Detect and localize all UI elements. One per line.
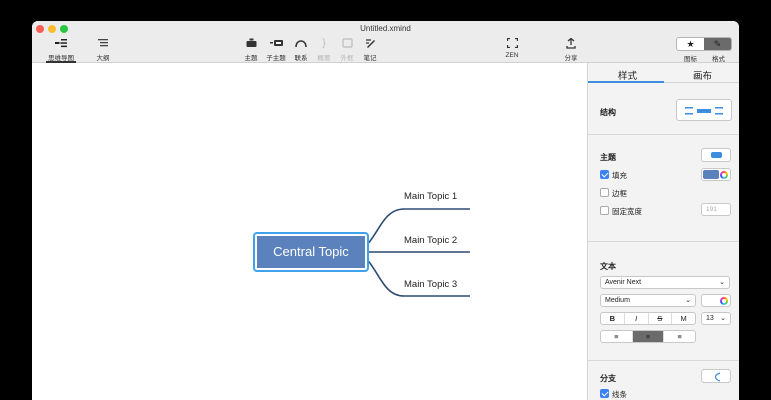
line-label: 线条 — [612, 390, 627, 399]
active-tab-indicator — [588, 81, 664, 83]
font-size-select[interactable]: 13 ⌄ — [701, 312, 731, 325]
branch-heading: 分支 — [600, 374, 616, 383]
line-checkbox[interactable] — [600, 389, 609, 398]
text-heading: 文本 — [600, 262, 616, 271]
view-outline-button[interactable]: 大纲 — [88, 38, 118, 62]
font-family-select[interactable]: Avenir Next ⌄ — [600, 276, 730, 289]
zen-mode-button[interactable]: ZEN — [497, 37, 527, 59]
fullscreen-icon — [497, 37, 527, 50]
shape-rect-icon — [711, 152, 722, 158]
window-title: Untitled.xmind — [360, 24, 411, 33]
text-section: 文本 Avenir Next ⌄ Medium ⌄ B I S M 13 ⌄ ≡… — [588, 242, 739, 361]
insert-note-label: 笔记 — [363, 55, 377, 62]
share-label: 分享 — [564, 55, 578, 62]
brush-icon: ✎ — [713, 39, 722, 49]
color-wheel-icon — [720, 297, 728, 305]
fill-color-swatch — [703, 170, 719, 179]
format-panel: 样式 画布 结构 主题 填充 边框 固定宽度 191 文本 Avenir Nex… — [587, 63, 739, 400]
align-left-icon: ≡ — [614, 332, 619, 341]
outline-icon — [88, 38, 118, 50]
share-icon — [556, 37, 586, 50]
topic-section: 主题 填充 边框 固定宽度 191 — [588, 135, 739, 242]
font-weight-value: Medium — [605, 297, 630, 304]
app-window: Untitled.xmind 思维导图 大纲 主题 子主题 联系} 概要 外框… — [32, 21, 739, 400]
color-wheel-icon — [720, 171, 728, 179]
font-size-value: 13 — [706, 315, 714, 322]
font-family-value: Avenir Next — [605, 279, 642, 286]
align-right-icon: ≡ — [677, 332, 682, 341]
central-topic[interactable]: Central Topic — [253, 232, 369, 272]
insert-note-button[interactable]: 笔记 — [355, 38, 385, 62]
border-label: 边框 — [612, 189, 627, 198]
note-icon — [355, 38, 385, 50]
format-panel-tab[interactable]: ✎ — [704, 38, 731, 50]
branch-connectors — [350, 208, 470, 297]
italic-button[interactable]: I — [625, 313, 649, 324]
fill-checkbox[interactable] — [600, 170, 609, 179]
align-center-button[interactable]: ≡ — [632, 331, 665, 342]
strikethrough-button[interactable]: S — [649, 313, 673, 324]
align-right-button[interactable]: ≡ — [664, 331, 695, 342]
view-outline-label: 大纲 — [96, 55, 110, 62]
tab-style[interactable]: 样式 — [618, 68, 637, 82]
fixed-width-checkbox[interactable] — [600, 206, 609, 215]
branch-curve-icon — [714, 372, 721, 382]
view-mindmap-button[interactable]: 思维导图 — [46, 38, 76, 62]
panel-tabs: 样式 画布 — [588, 63, 739, 83]
chevron-down-icon: ⌄ — [720, 315, 726, 322]
text-style-buttons: B I S M — [600, 312, 696, 325]
font-weight-select[interactable]: Medium ⌄ — [600, 294, 696, 307]
fill-color-picker[interactable] — [701, 168, 731, 181]
structure-selector[interactable] — [676, 99, 732, 121]
main-topic-2[interactable]: Main Topic 2 — [404, 235, 457, 246]
icons-tab-label: 图标 — [684, 56, 697, 63]
align-left-button[interactable]: ≡ — [601, 331, 633, 342]
mindmap-canvas[interactable]: Central Topic Main Topic 1 Main Topic 2 … — [32, 63, 587, 400]
inspector-toggle: ★ ✎ — [676, 37, 732, 51]
tab-canvas[interactable]: 画布 — [693, 68, 712, 82]
chevron-down-icon: ⌄ — [685, 297, 691, 304]
structure-map-icon — [685, 107, 723, 115]
format-tab-label: 格式 — [712, 56, 725, 63]
main-topic-1[interactable]: Main Topic 1 — [404, 191, 457, 202]
branch-style-selector[interactable] — [701, 369, 731, 383]
structure-heading: 结构 — [600, 108, 616, 117]
fill-label: 填充 — [612, 171, 627, 180]
star-icon: ★ — [686, 39, 695, 49]
bold-button[interactable]: B — [601, 313, 625, 324]
align-center-icon: ≡ — [645, 332, 651, 341]
zen-label: ZEN — [505, 52, 519, 59]
toolbar: Untitled.xmind 思维导图 大纲 主题 子主题 联系} 概要 外框… — [32, 21, 739, 63]
mindmap-icon — [46, 38, 76, 50]
fixed-width-input[interactable]: 191 — [701, 203, 731, 216]
more-style-button[interactable]: M — [672, 313, 695, 324]
icons-panel-tab[interactable]: ★ — [677, 38, 704, 50]
text-color-picker[interactable] — [701, 294, 731, 307]
branch-section: 分支 线条 — [588, 361, 739, 400]
topic-shape-selector[interactable] — [701, 148, 731, 162]
topic-heading: 主题 — [600, 153, 616, 162]
share-button[interactable]: 分享 — [556, 37, 586, 62]
text-align-buttons: ≡ ≡ ≡ — [600, 330, 696, 343]
main-topic-3[interactable]: Main Topic 3 — [404, 279, 457, 290]
chevron-down-icon: ⌄ — [719, 279, 725, 286]
fixed-width-label: 固定宽度 — [612, 207, 642, 216]
border-checkbox[interactable] — [600, 188, 609, 197]
structure-section: 结构 — [588, 84, 739, 135]
